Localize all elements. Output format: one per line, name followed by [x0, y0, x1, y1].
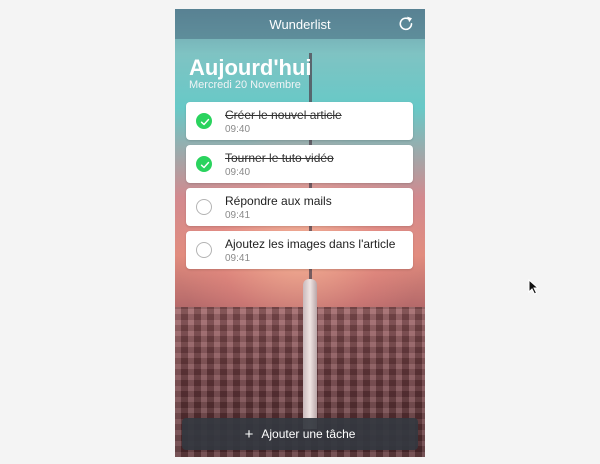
- add-task-label: Ajouter une tâche: [261, 427, 356, 441]
- add-task-button[interactable]: + Ajouter une tâche: [182, 418, 418, 450]
- task-time: 09:40: [225, 167, 251, 178]
- checkmark-icon: [200, 161, 210, 169]
- task-item[interactable]: Ajoutez les images dans l'article 09:41: [186, 231, 413, 269]
- task-title: Tourner le tuto vidéo: [225, 151, 334, 165]
- task-checkbox[interactable]: [196, 242, 212, 258]
- task-checkbox[interactable]: [196, 113, 212, 129]
- list-title: Aujourd'hui: [189, 55, 312, 80]
- task-checkbox[interactable]: [196, 156, 212, 172]
- checkmark-icon: [200, 118, 210, 126]
- task-title: Créer le nouvel article: [225, 108, 342, 122]
- task-time: 09:40: [225, 124, 251, 135]
- top-bar: Wunderlist: [175, 9, 425, 39]
- sync-icon[interactable]: [396, 14, 416, 34]
- task-checkbox[interactable]: [196, 199, 212, 215]
- app-window: Wunderlist Aujourd'hui Mercredi 20 Novem…: [175, 9, 425, 457]
- background-tower-shaft: [303, 279, 317, 429]
- task-title: Répondre aux mails: [225, 194, 332, 208]
- mouse-cursor-icon: [528, 279, 540, 295]
- task-item[interactable]: Répondre aux mails 09:41: [186, 188, 413, 226]
- list-date: Mercredi 20 Novembre: [189, 79, 301, 91]
- task-item[interactable]: Créer le nouvel article 09:40: [186, 102, 413, 140]
- plus-icon: +: [244, 425, 254, 443]
- task-title: Ajoutez les images dans l'article: [225, 237, 396, 251]
- task-item[interactable]: Tourner le tuto vidéo 09:40: [186, 145, 413, 183]
- app-title: Wunderlist: [269, 16, 331, 32]
- task-time: 09:41: [225, 253, 251, 264]
- task-time: 09:41: [225, 210, 251, 221]
